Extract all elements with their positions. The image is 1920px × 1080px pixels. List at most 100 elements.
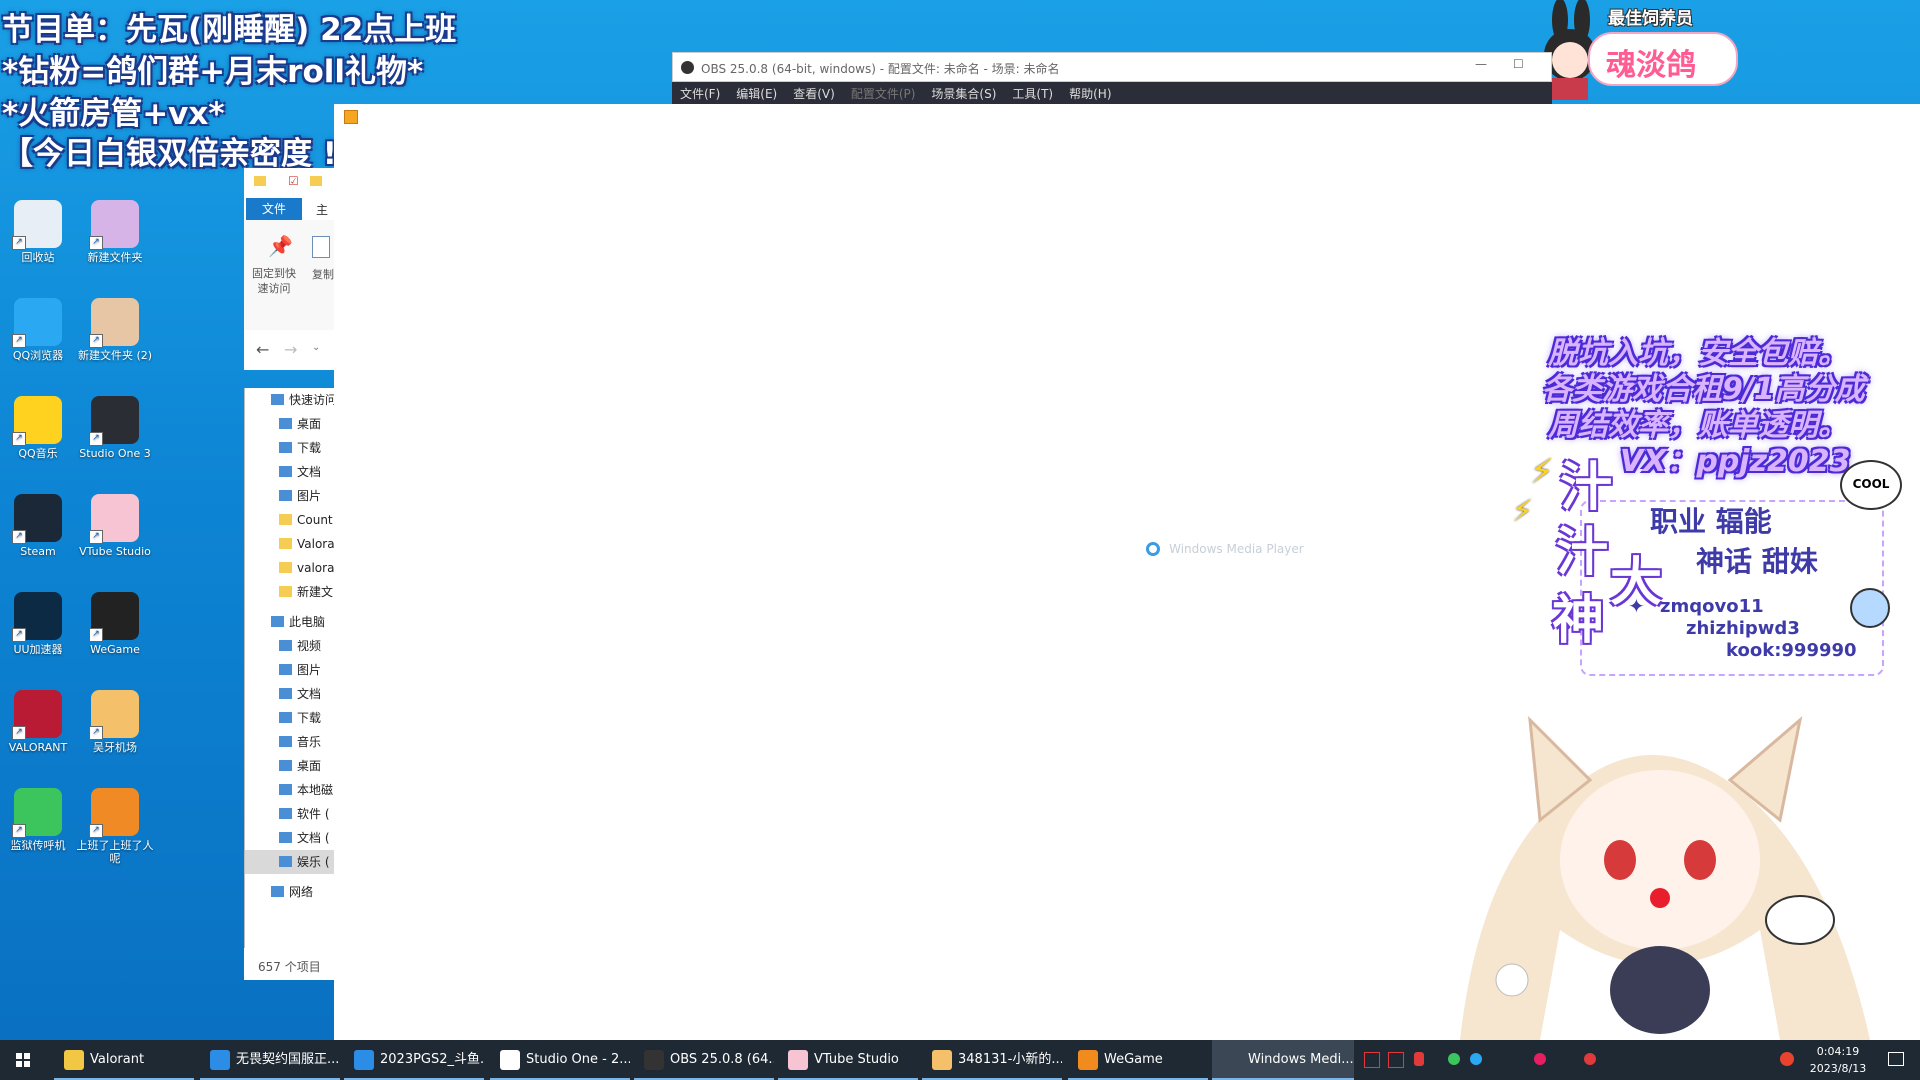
desktop-icon[interactable]: ↗ VALORANT (0, 690, 81, 754)
nav-item[interactable]: 桌面 (245, 754, 335, 778)
copy-button[interactable]: 复制 (312, 266, 334, 282)
desktop-icon[interactable]: ↗ QQ音乐 (0, 396, 81, 460)
nav-item[interactable]: 快速访问 (245, 388, 335, 412)
nav-item[interactable]: 文档 (245, 682, 335, 706)
start-button[interactable] (0, 1040, 48, 1080)
obs-menu-item[interactable]: 配置文件(P) (843, 82, 924, 102)
overlay-line-1: 节目单：先瓦(刚睡醒) 22点上班 (2, 12, 457, 48)
nav-item[interactable]: Valora (245, 532, 335, 556)
taskbar-item[interactable]: 2023PGS2_斗鱼... (344, 1040, 484, 1080)
nav-item[interactable]: 娱乐 ( (245, 850, 335, 874)
obs-menu-item[interactable]: 查看(V) (785, 82, 843, 102)
chevron-down-icon[interactable]: ⌄ (312, 342, 320, 353)
folder-icon (279, 712, 292, 723)
app-icon (644, 1049, 664, 1070)
folder-icon (279, 856, 292, 867)
desktop-icon[interactable]: ↗ UU加速器 (0, 592, 81, 656)
desktop-icon[interactable]: ↗ 新建文件夹 (72, 200, 158, 264)
clock[interactable]: 0:04:19 2023/8/13 (1798, 1043, 1878, 1077)
desktop-icon[interactable]: ↗ 回收站 (0, 200, 81, 264)
app-icon: ↗ (12, 396, 62, 446)
nav-item[interactable]: 图片 (245, 484, 335, 508)
explorer-statusbar: 657 个项目 (244, 948, 334, 980)
nav-item[interactable]: 此电脑 (245, 610, 335, 634)
nav-item-label: 桌面 (297, 417, 322, 431)
obs-menu-item[interactable]: 编辑(E) (728, 82, 785, 102)
tray-icon[interactable] (1584, 1053, 1596, 1065)
nav-item[interactable]: 下载 (245, 706, 335, 730)
desktop-icon[interactable]: ↗ 新建文件夹 (2) (72, 298, 158, 362)
nav-item[interactable]: 图片 (245, 658, 335, 682)
notification-icon[interactable] (1888, 1052, 1904, 1066)
nav-item[interactable]: Count (245, 508, 335, 532)
tray-icon[interactable] (1534, 1053, 1546, 1065)
nav-item[interactable]: 音乐 (245, 730, 335, 754)
nav-item[interactable]: 本地磁 (245, 778, 335, 802)
folder-icon (279, 760, 292, 771)
nav-item[interactable]: 软件 ( (245, 802, 335, 826)
desktop-icon[interactable]: ↗ 吴牙机场 (72, 690, 158, 754)
obs-menu-item[interactable]: 文件(F) (672, 82, 728, 102)
shortcut-arrow-icon: ↗ (12, 530, 26, 544)
nav-item[interactable]: 网络 (245, 880, 335, 904)
taskbar-item[interactable]: WeGame (1068, 1040, 1208, 1080)
obs-menu-item[interactable]: 场景集合(S) (923, 82, 1004, 102)
back-icon[interactable]: ← (256, 340, 269, 359)
nav-item[interactable]: 新建文 (245, 580, 335, 604)
taskbar-item[interactable]: VTube Studio (778, 1040, 918, 1080)
forward-icon[interactable]: → (284, 340, 297, 359)
lightning-icon: ⚡ (1530, 452, 1554, 492)
nav-item[interactable]: 桌面 (245, 412, 335, 436)
desktop-icon[interactable]: ↗ 监狱传呼机 (0, 788, 81, 852)
taskbar-item[interactable]: 无畏契约国服正... (200, 1040, 340, 1080)
pin-icon[interactable]: 📌 (268, 234, 293, 258)
desktop-icon[interactable]: ↗ 上班了上班了人呢 (72, 788, 158, 865)
explorer-titlebar[interactable]: ☑ (244, 168, 334, 198)
app-icon: ↗ (89, 788, 139, 838)
taskbar-item[interactable]: Studio One - 2... (490, 1040, 630, 1080)
tray-icon[interactable] (1470, 1053, 1482, 1065)
app-icon (788, 1049, 808, 1070)
folder-icon (279, 538, 292, 549)
pin-to-quick-access-button[interactable]: 固定到快速访问 (252, 266, 296, 296)
tray-icon[interactable] (1364, 1052, 1380, 1068)
copy-icon[interactable] (312, 236, 330, 258)
promo-char-2: 汁 (1556, 523, 1609, 583)
tray-icon[interactable] (1414, 1052, 1424, 1066)
taskbar-item[interactable]: OBS 25.0.8 (64... (634, 1040, 774, 1080)
nav-item-label: 文档 (297, 687, 322, 701)
tray-icon[interactable] (1448, 1053, 1460, 1065)
desktop-icon[interactable]: ↗ WeGame (72, 592, 158, 656)
nav-item[interactable]: 下载 (245, 436, 335, 460)
desktop-icon[interactable]: ↗ VTube Studio (72, 494, 158, 558)
wmp-loading: Windows Media Player (1146, 538, 1304, 557)
lightning-icon: ⚡ (1512, 494, 1534, 529)
app-icon: ↗ (12, 298, 62, 348)
taskbar-item[interactable]: Windows Medi... (1212, 1040, 1354, 1080)
taskbar-item[interactable]: Valorant (54, 1040, 194, 1080)
tab-file[interactable]: 文件 (246, 198, 302, 220)
minimize-icon[interactable]: — (1475, 57, 1487, 71)
sogou-ime-icon[interactable] (1780, 1052, 1794, 1066)
vtuber-avatar (1420, 700, 1920, 1040)
nav-item[interactable]: 视频 (245, 634, 335, 658)
folder-icon (279, 418, 292, 429)
promo-char-4: 神 (1552, 591, 1605, 651)
obs-menu-item[interactable]: 帮助(H) (1061, 82, 1119, 102)
desktop-icon-label: UU加速器 (13, 643, 63, 656)
folder-icon (279, 490, 292, 501)
obs-menu-item[interactable]: 工具(T) (1004, 82, 1061, 102)
taskbar: Valorant 无畏契约国服正... 2023PGS2_斗鱼... Studio O… (0, 1040, 1920, 1080)
windows-logo-icon (16, 1053, 30, 1067)
nav-item[interactable]: 文档 ( (245, 826, 335, 850)
nav-item-label: 下载 (297, 441, 322, 455)
desktop-icon[interactable]: ↗ Steam (0, 494, 81, 558)
desktop-icon[interactable]: ↗ Studio One 3 (72, 396, 158, 460)
nav-item[interactable]: valora (245, 556, 335, 580)
maximize-icon[interactable]: ☐ (1513, 57, 1524, 71)
taskbar-item[interactable]: 348131-小新的... (922, 1040, 1062, 1080)
nav-item[interactable]: 文档 (245, 460, 335, 484)
tray-icon[interactable] (1388, 1052, 1404, 1068)
obs-window-titlebar[interactable]: OBS 25.0.8 (64-bit, windows) - 配置文件: 未命名… (672, 52, 1552, 82)
desktop-icon[interactable]: ↗ QQ浏览器 (0, 298, 81, 362)
